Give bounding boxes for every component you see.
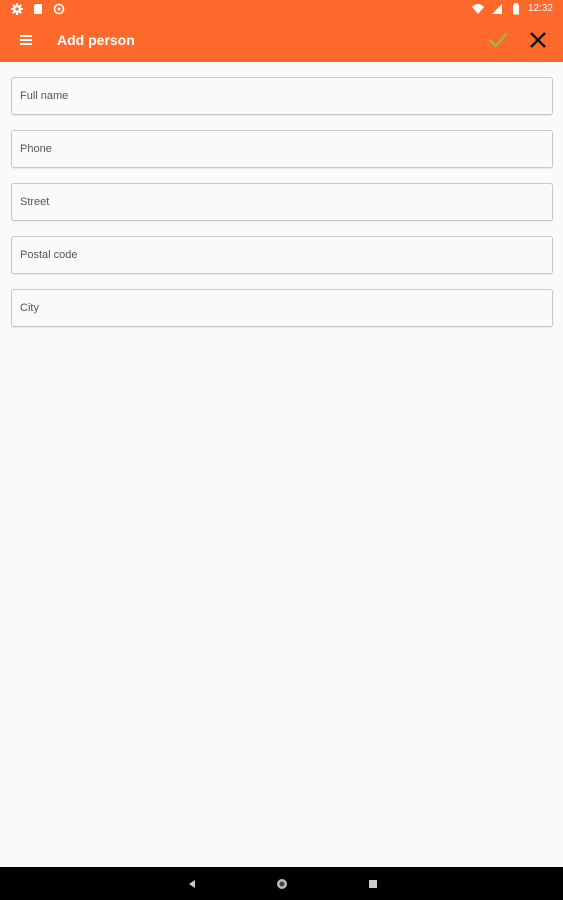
hamburger-menu-icon[interactable] [14, 30, 38, 50]
street-field[interactable] [11, 183, 553, 221]
check-icon[interactable] [486, 28, 510, 52]
wifi-icon [471, 4, 484, 14]
back-icon[interactable] [185, 877, 199, 891]
app-bar: Add person [0, 18, 563, 62]
person-form [11, 77, 553, 342]
recents-icon[interactable] [366, 877, 380, 891]
battery-icon [512, 3, 519, 15]
status-notifications [10, 2, 66, 16]
settings-icon [11, 3, 23, 15]
status-indicators: 12:32 [471, 2, 553, 16]
page-title: Add person [57, 32, 135, 48]
sync-icon [53, 3, 65, 15]
home-icon[interactable] [275, 877, 289, 891]
status-time: 12:32 [527, 3, 553, 14]
navigation-bar [0, 867, 563, 900]
close-icon[interactable] [526, 28, 550, 52]
phone-field[interactable] [11, 130, 553, 168]
cell-signal-icon [491, 4, 502, 14]
full-name-field[interactable] [11, 77, 553, 115]
city-field[interactable] [11, 289, 553, 327]
status-bar: 12:32 [0, 0, 563, 18]
postal-code-field[interactable] [11, 236, 553, 274]
sd-card-icon [34, 4, 42, 14]
